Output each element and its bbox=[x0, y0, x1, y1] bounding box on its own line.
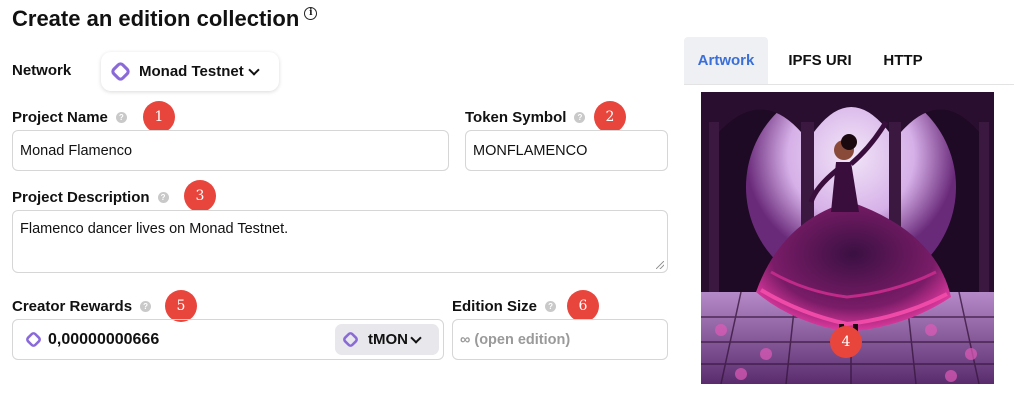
artwork-image[interactable]: 4 bbox=[701, 92, 994, 384]
project-name-label-text: Project Name bbox=[12, 109, 108, 126]
project-name-input[interactable]: Monad Flamenco bbox=[12, 130, 449, 171]
project-description-label: Project Description ? bbox=[12, 189, 169, 206]
annotation-badge-2: 2 bbox=[594, 101, 626, 133]
token-symbol-input[interactable]: MONFLAMENCO bbox=[465, 130, 668, 171]
annotation-badge-1: 1 bbox=[143, 101, 175, 133]
resize-grip-icon[interactable] bbox=[656, 261, 664, 269]
edition-size-input[interactable]: ∞ (open edition) bbox=[452, 319, 668, 360]
project-name-label: Project Name ? bbox=[12, 109, 127, 126]
creator-rewards-value: 0,00000000666 bbox=[48, 330, 160, 348]
help-icon[interactable]: ? bbox=[140, 301, 152, 312]
token-select-label: tMON bbox=[368, 331, 408, 348]
help-icon[interactable]: ? bbox=[115, 112, 127, 123]
help-icon[interactable]: ? bbox=[545, 301, 557, 312]
token-symbol-label: Token Symbol ? bbox=[465, 109, 586, 126]
project-name-value: Monad Flamenco bbox=[20, 142, 133, 159]
token-symbol-value: MONFLAMENCO bbox=[473, 142, 588, 159]
edition-size-placeholder: ∞ (open edition) bbox=[460, 331, 571, 348]
creator-rewards-label: Creator Rewards ? bbox=[12, 298, 152, 315]
project-description-value: Flamenco dancer lives on Monad Testnet. bbox=[20, 221, 289, 237]
help-icon[interactable]: ? bbox=[157, 192, 169, 203]
token-symbol-label-text: Token Symbol bbox=[465, 109, 567, 126]
annotation-badge-5: 5 bbox=[165, 290, 197, 322]
edition-size-label: Edition Size ? bbox=[452, 298, 557, 315]
annotation-badge-4: 4 bbox=[830, 326, 862, 358]
monad-icon bbox=[111, 62, 130, 81]
network-selected: Monad Testnet bbox=[139, 63, 244, 80]
info-icon[interactable]: i bbox=[304, 7, 318, 20]
monad-icon bbox=[343, 332, 358, 347]
annotation-badge-3: 3 bbox=[184, 180, 216, 212]
help-icon[interactable]: ? bbox=[574, 112, 586, 123]
chevron-down-icon bbox=[248, 63, 260, 76]
network-select[interactable]: Monad Testnet bbox=[101, 52, 279, 91]
tabs-divider bbox=[684, 84, 1014, 85]
annotation-badge-6: 6 bbox=[567, 290, 599, 322]
tab-http[interactable]: HTTP bbox=[870, 37, 936, 84]
project-description-label-text: Project Description bbox=[12, 189, 150, 206]
project-description-textarea[interactable]: Flamenco dancer lives on Monad Testnet. bbox=[12, 210, 668, 273]
monad-icon bbox=[26, 332, 41, 347]
edition-size-label-text: Edition Size bbox=[452, 298, 538, 315]
network-label: Network bbox=[12, 62, 72, 79]
page-title-text: Create an edition collection bbox=[12, 6, 300, 31]
tab-artwork[interactable]: Artwork bbox=[684, 37, 768, 84]
tab-ipfs-uri[interactable]: IPFS URI bbox=[773, 37, 867, 84]
chevron-down-icon bbox=[410, 331, 422, 344]
creator-rewards-label-text: Creator Rewards bbox=[12, 298, 133, 315]
creator-rewards-input[interactable]: 0,00000000666 tMON bbox=[12, 319, 444, 360]
token-select[interactable]: tMON bbox=[335, 324, 439, 355]
page-title: Create an edition collection i bbox=[12, 6, 318, 32]
